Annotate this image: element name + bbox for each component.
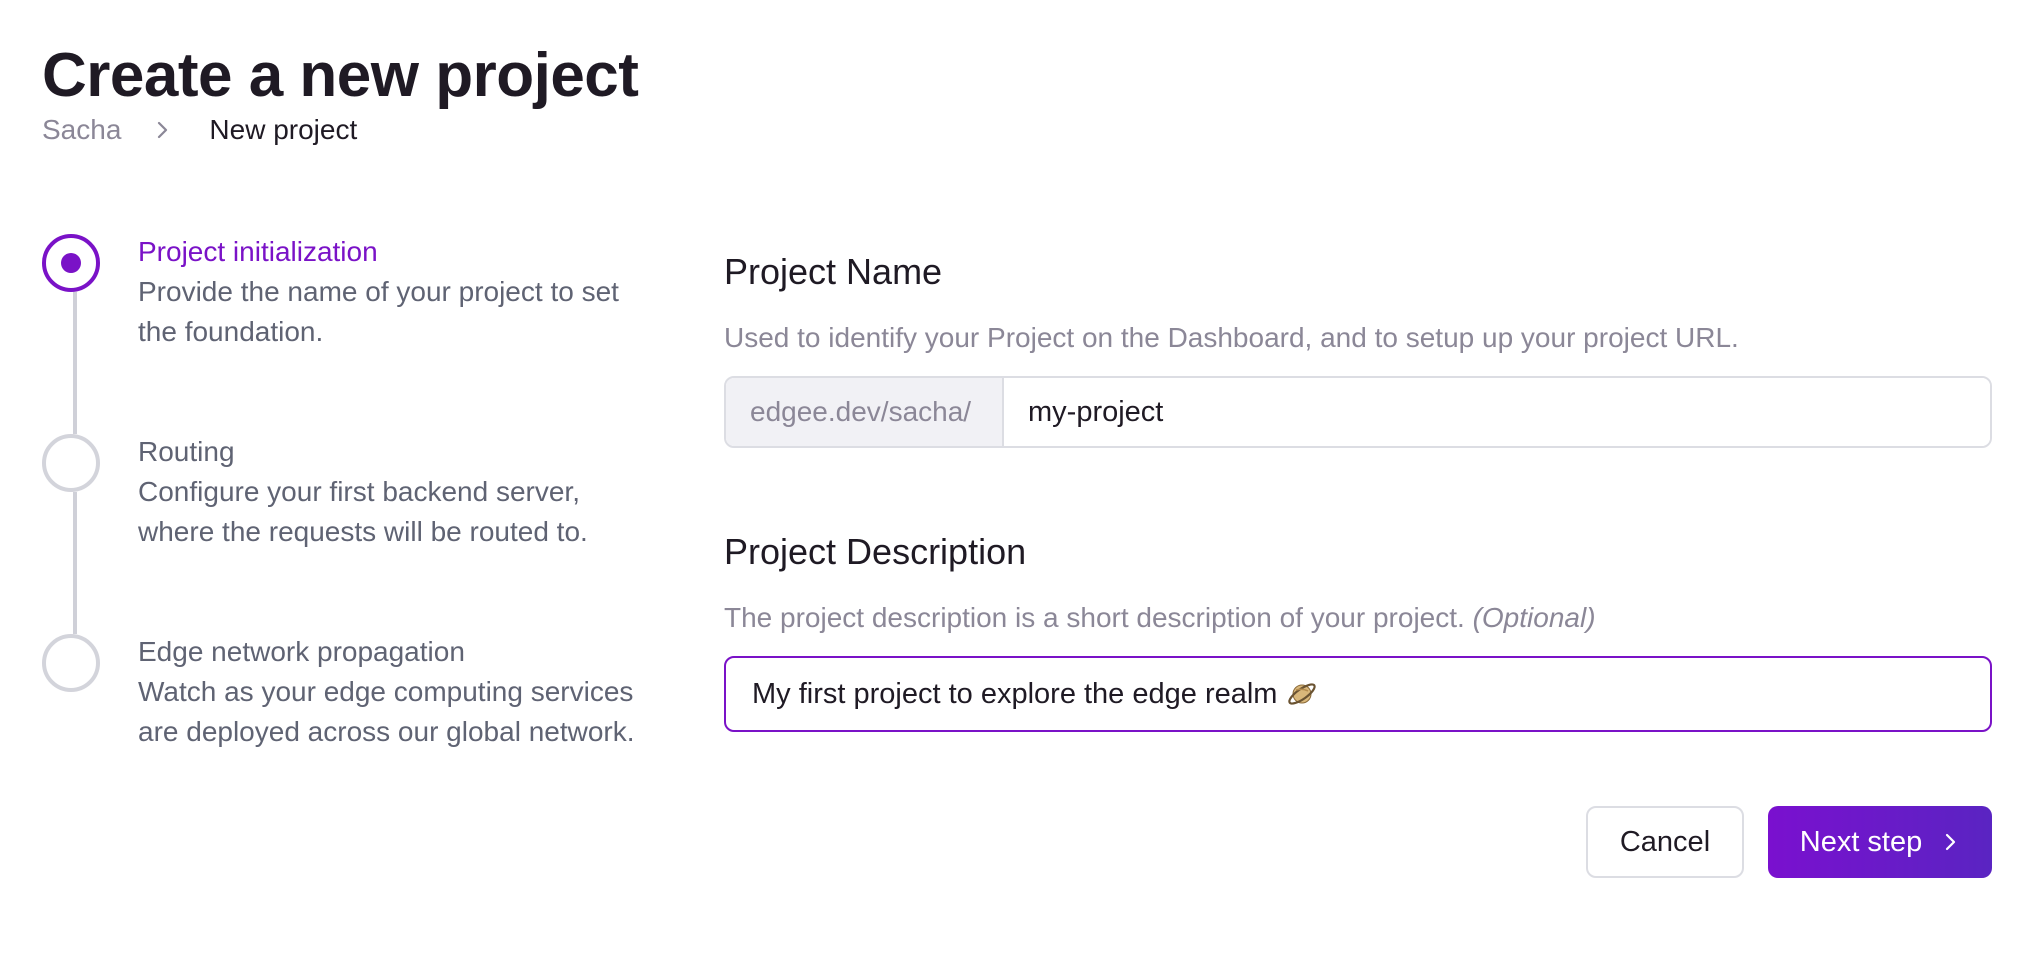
step-edge-network-propagation: Edge network propagation Watch as your e… [138,634,658,752]
next-step-button[interactable]: Next step [1768,806,1992,878]
page-title: Create a new project [42,41,639,110]
step-title: Routing [138,436,235,467]
step-title: Edge network propagation [138,636,465,667]
step-active-dot [61,253,81,273]
project-description-label: Project Description [724,531,1027,572]
project-description-input[interactable]: My first project to explore the edge rea… [724,656,1992,732]
breadcrumb: Sacha New project [42,112,357,148]
project-name-field: edgee.dev/sacha/ [724,376,1992,448]
step-description: Watch as your edge computing services ar… [138,676,635,747]
next-step-label: Next step [1799,825,1923,858]
project-description-help: The project description is a short descr… [724,600,1596,636]
chevron-right-icon [1940,827,1962,857]
step-routing: Routing Configure your first backend ser… [138,434,658,552]
optional-hint: (Optional) [1472,602,1596,633]
description-value: My first project to explore the edge rea… [752,677,1278,710]
url-prefix: edgee.dev/sacha/ [726,378,1004,446]
ringed-planet-icon [1285,677,1319,711]
cancel-button[interactable]: Cancel [1586,806,1744,878]
step-description: Provide the name of your project to set … [138,276,619,347]
project-name-label: Project Name [724,251,943,292]
breadcrumb-item-current: New project [209,114,358,145]
step-indicator [42,434,100,492]
step-indicator [42,634,100,692]
create-project-page: Create a new project Sacha New project P… [0,0,2028,960]
progress-stepper: Project initialization Provide the name … [42,234,642,794]
project-name-help: Used to identify your Project on the Das… [724,322,1739,353]
step-project-initialization: Project initialization Provide the name … [138,234,658,352]
help-text: The project description is a short descr… [724,602,1465,633]
project-name-input[interactable] [1004,378,1990,446]
chevron-right-icon [143,112,183,148]
breadcrumb-item-sacha[interactable]: Sacha [42,112,121,148]
step-connector [73,292,77,434]
step-indicator-active [42,234,100,292]
step-title: Project initialization [138,236,378,267]
step-connector [73,492,77,634]
form-actions: Cancel Next step [1586,806,1992,878]
step-description: Configure your first backend server, whe… [138,476,588,547]
